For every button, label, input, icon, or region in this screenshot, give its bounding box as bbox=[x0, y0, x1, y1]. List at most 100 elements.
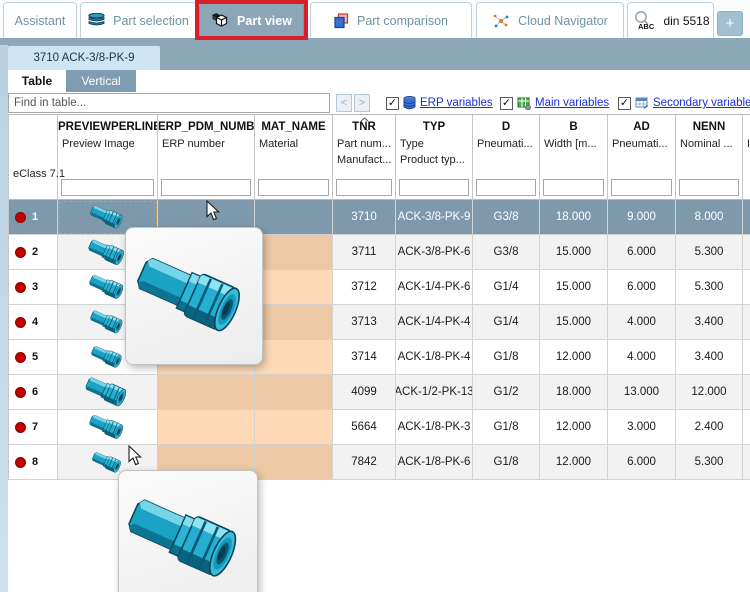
l-cell[interactable] bbox=[743, 445, 750, 480]
checkbox[interactable]: ✓ bbox=[500, 96, 513, 110]
search-query-value[interactable]: din 5518 bbox=[663, 14, 709, 28]
tab-vertical[interactable]: Vertical bbox=[66, 70, 136, 92]
b-cell[interactable]: 18.000 bbox=[540, 375, 608, 410]
column-header-l[interactable]: L... bbox=[743, 115, 750, 200]
checkbox[interactable]: ✓ bbox=[618, 96, 631, 110]
tab-part-selection[interactable]: Part selection bbox=[80, 2, 197, 38]
typ-cell[interactable]: ACK-1/4-PK-4 bbox=[396, 305, 473, 340]
find-prev-button[interactable]: < bbox=[336, 94, 352, 112]
typ-cell[interactable]: ACK-1/4-PK-6 bbox=[396, 270, 473, 305]
row-number-cell[interactable]: 7 bbox=[9, 410, 58, 445]
row-number-cell[interactable]: 2 bbox=[9, 235, 58, 270]
tnr-cell[interactable]: 7842 bbox=[333, 445, 396, 480]
row-number-cell[interactable]: 1 bbox=[9, 200, 58, 235]
d-cell[interactable]: G1/8 bbox=[473, 445, 540, 480]
tab-table[interactable]: Table bbox=[8, 70, 66, 92]
nenn-cell[interactable]: 3.400 bbox=[676, 340, 743, 375]
column-filter-input[interactable] bbox=[476, 179, 536, 196]
table-row-3[interactable]: 3 3712 ACK-1/4-PK-6 G1/4 15.000 6.000 5.300 bbox=[9, 270, 750, 305]
column-header-d[interactable]: D Pneumati... bbox=[473, 115, 540, 200]
toggle-link[interactable]: Main variables bbox=[535, 97, 609, 109]
l-cell[interactable] bbox=[743, 200, 750, 235]
ad-cell[interactable]: 3.000 bbox=[608, 410, 676, 445]
ad-cell[interactable]: 9.000 bbox=[608, 200, 676, 235]
b-cell[interactable]: 12.000 bbox=[540, 410, 608, 445]
tab-cloud-navigator[interactable]: Cloud Navigator bbox=[476, 2, 624, 38]
b-cell[interactable]: 15.000 bbox=[540, 235, 608, 270]
table-row-5[interactable]: 5 3714 ACK-1/8-PK-4 G1/8 12.000 4.000 3.400 bbox=[9, 340, 750, 375]
column-header-nenn[interactable]: NENN Nominal ... bbox=[676, 115, 743, 200]
column-filter-input[interactable] bbox=[399, 179, 469, 196]
checkbox[interactable]: ✓ bbox=[386, 96, 399, 110]
tnr-cell[interactable]: 4099 bbox=[333, 375, 396, 410]
b-cell[interactable]: 18.000 bbox=[540, 200, 608, 235]
material-cell[interactable] bbox=[255, 200, 333, 235]
tnr-cell[interactable]: 3712 bbox=[333, 270, 396, 305]
table-row-2[interactable]: 2 3711 ACK-3/8-PK-6 G3/8 15.000 6.000 5.300 bbox=[9, 235, 750, 270]
row-number-cell[interactable]: 4 bbox=[9, 305, 58, 340]
nenn-cell[interactable]: 12.000 bbox=[676, 375, 743, 410]
column-header-previewperline[interactable]: PREVIEWPERLINE Preview Image bbox=[58, 115, 158, 200]
d-cell[interactable]: G1/8 bbox=[473, 410, 540, 445]
column-filter-input[interactable] bbox=[543, 179, 604, 196]
preview-image-cell[interactable] bbox=[58, 375, 158, 410]
b-cell[interactable]: 12.000 bbox=[540, 340, 608, 375]
column-header-tnr[interactable]: TNR Part num... Manufact... bbox=[333, 115, 396, 200]
tnr-cell[interactable]: 3714 bbox=[333, 340, 396, 375]
erp-number-cell[interactable] bbox=[158, 375, 255, 410]
l-cell[interactable] bbox=[743, 305, 750, 340]
material-cell[interactable] bbox=[255, 445, 333, 480]
ad-cell[interactable]: 6.000 bbox=[608, 235, 676, 270]
ad-cell[interactable]: 6.000 bbox=[608, 270, 676, 305]
row-number-cell[interactable]: 5 bbox=[9, 340, 58, 375]
tnr-cell[interactable]: 3713 bbox=[333, 305, 396, 340]
typ-cell[interactable]: ACK-3/8-PK-9 bbox=[396, 200, 473, 235]
document-tab-active[interactable]: 3710 ACK-3/8-PK-9 bbox=[8, 46, 160, 70]
toggle-link[interactable]: Secondary variables bbox=[653, 97, 750, 109]
typ-cell[interactable]: ACK-3/8-PK-6 bbox=[396, 235, 473, 270]
material-cell[interactable] bbox=[255, 270, 333, 305]
table-row-7[interactable]: 7 5664 ACK-1/8-PK-3 G1/8 12.000 3.000 2.400 bbox=[9, 410, 750, 445]
preview-image-cell[interactable] bbox=[58, 410, 158, 445]
ad-cell[interactable]: 13.000 bbox=[608, 375, 676, 410]
d-cell[interactable]: G1/8 bbox=[473, 340, 540, 375]
nenn-cell[interactable]: 5.300 bbox=[676, 235, 743, 270]
typ-cell[interactable]: ACK-1/8-PK-3 bbox=[396, 410, 473, 445]
l-cell[interactable] bbox=[743, 235, 750, 270]
row-number-cell[interactable]: 8 bbox=[9, 445, 58, 480]
material-cell[interactable] bbox=[255, 305, 333, 340]
l-cell[interactable] bbox=[743, 410, 750, 445]
typ-cell[interactable]: ACK-1/8-PK-6 bbox=[396, 445, 473, 480]
column-header-erp_pdm_number[interactable]: ERP_PDM_NUMBER ERP number bbox=[158, 115, 255, 200]
l-cell[interactable] bbox=[743, 270, 750, 305]
nenn-cell[interactable]: 3.400 bbox=[676, 305, 743, 340]
table-row-4[interactable]: 4 3713 ACK-1/4-PK-4 G1/4 15.000 4.000 3.400 bbox=[9, 305, 750, 340]
nenn-cell[interactable]: 5.300 bbox=[676, 445, 743, 480]
table-row-6[interactable]: 6 4099 ACK-1/2-PK-13 G1/2 18.000 13.000 12.000 bbox=[9, 375, 750, 410]
l-cell[interactable] bbox=[743, 340, 750, 375]
d-cell[interactable]: G1/4 bbox=[473, 305, 540, 340]
nenn-cell[interactable]: 2.400 bbox=[676, 410, 743, 445]
tnr-cell[interactable]: 5664 bbox=[333, 410, 396, 445]
ad-cell[interactable]: 6.000 bbox=[608, 445, 676, 480]
b-cell[interactable]: 12.000 bbox=[540, 445, 608, 480]
b-cell[interactable]: 15.000 bbox=[540, 305, 608, 340]
tnr-cell[interactable]: 3711 bbox=[333, 235, 396, 270]
find-next-button[interactable]: > bbox=[354, 94, 370, 112]
nenn-cell[interactable]: 8.000 bbox=[676, 200, 743, 235]
column-filter-input[interactable] bbox=[679, 179, 739, 196]
find-in-table-input[interactable] bbox=[8, 93, 330, 113]
toggle-link[interactable]: ERP variables bbox=[420, 97, 493, 109]
b-cell[interactable]: 15.000 bbox=[540, 270, 608, 305]
erp-number-cell[interactable] bbox=[158, 410, 255, 445]
material-cell[interactable] bbox=[255, 375, 333, 410]
tnr-cell[interactable]: 3710 bbox=[333, 200, 396, 235]
material-cell[interactable] bbox=[255, 235, 333, 270]
row-number-cell[interactable]: 3 bbox=[9, 270, 58, 305]
ad-cell[interactable]: 4.000 bbox=[608, 305, 676, 340]
column-filter-input[interactable] bbox=[258, 179, 329, 196]
typ-cell[interactable]: ACK-1/2-PK-13 bbox=[396, 375, 473, 410]
tab-assistant[interactable]: Assistant bbox=[3, 2, 77, 38]
row-number-cell[interactable]: 6 bbox=[9, 375, 58, 410]
table-row-1[interactable]: 1 3710 ACK-3/8-PK-9 G3/8 18.000 9.000 8.000 bbox=[9, 200, 750, 235]
